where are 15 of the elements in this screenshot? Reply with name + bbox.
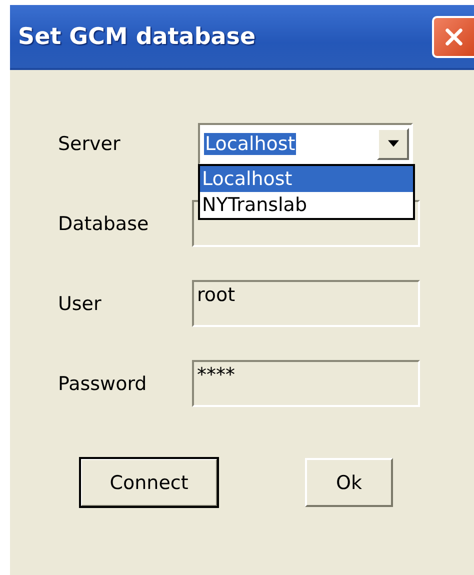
input-field[interactable]: root — [192, 280, 420, 327]
field-label: User — [58, 292, 102, 314]
dropdown-button[interactable] — [377, 128, 409, 160]
field-label: Password — [58, 372, 148, 394]
caret-icon — [388, 140, 398, 147]
close-button[interactable] — [432, 16, 474, 58]
input-field[interactable]: **** — [192, 360, 420, 407]
field-label: Server — [58, 132, 122, 154]
window-title: Set GCM database — [17, 24, 256, 50]
close-icon — [443, 26, 465, 48]
ok-button[interactable]: Ok — [305, 458, 393, 507]
field-label: Database — [58, 212, 150, 234]
connect-button[interactable]: Connect — [80, 458, 218, 507]
dropdown-option[interactable]: Localhost — [200, 166, 413, 192]
dropdown-option[interactable]: NYTranslab — [200, 192, 413, 218]
